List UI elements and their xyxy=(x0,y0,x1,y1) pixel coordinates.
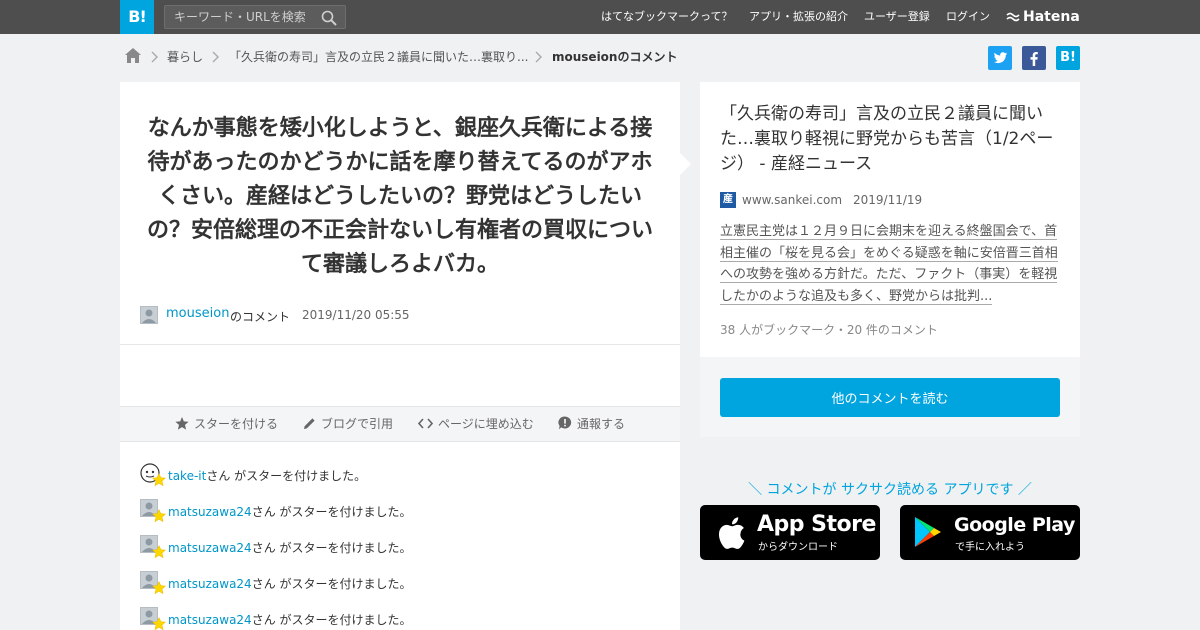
entry-date: 2019/11/19 xyxy=(853,193,923,207)
alert-bubble-icon xyxy=(558,416,572,430)
star-text: matsuzawa24さん がスターを付けました。 xyxy=(168,539,412,556)
star-user-link[interactable]: matsuzawa24 xyxy=(168,613,252,627)
hatena-share-button[interactable]: B! xyxy=(1056,46,1080,70)
quote-in-blog-label: ブログで引用 xyxy=(321,417,394,431)
app-store-title: App Store xyxy=(757,512,876,537)
avatar[interactable] xyxy=(140,306,158,324)
home-icon[interactable] xyxy=(124,47,142,64)
star-icon xyxy=(175,417,189,430)
star-text: matsuzawa24さん がスターを付けました。 xyxy=(168,611,412,628)
entry-title-link[interactable]: 「久兵衛の寿司」言及の立民２議員に聞いた…裏取り軽視に野党からも苦言（1/2ペー… xyxy=(720,102,1065,177)
apple-icon xyxy=(718,517,745,549)
embed-label: ページに埋め込む xyxy=(438,417,534,431)
read-more-comments-button[interactable]: 他のコメントを読む xyxy=(720,378,1060,417)
star-user-link[interactable]: matsuzawa24 xyxy=(168,505,252,519)
code-brackets-icon xyxy=(417,418,434,429)
star-user-link[interactable]: matsuzawa24 xyxy=(168,541,252,555)
twitter-share-button[interactable] xyxy=(988,46,1012,70)
hatena-brand[interactable]: Hatena xyxy=(1006,0,1080,34)
card-pointer xyxy=(680,153,691,175)
chevron-right-icon xyxy=(212,51,219,63)
app-promo-tagline: ＼ コメントが サクサク読める アプリです ／ xyxy=(748,482,1032,498)
entry-summary[interactable]: 立憲民主党は１２月９日に会期末を迎える終盤国会で、首相主催の「桜を見る会」をめぐ… xyxy=(720,221,1062,307)
entry-summary-text: 立憲民主党は１２月９日に会期末を迎える終盤国会で、首相主催の「桜を見る会」をめぐ… xyxy=(720,224,1058,305)
comment-user-link[interactable]: mouseion xyxy=(166,306,229,321)
chevron-right-icon xyxy=(535,51,542,63)
star-icon xyxy=(152,545,166,559)
chevron-right-icon xyxy=(151,51,158,63)
search-box[interactable] xyxy=(164,5,346,29)
google-play-badge[interactable]: Google Play で手に入れよう xyxy=(900,505,1080,560)
quote-in-blog-button[interactable]: ブログで引用 xyxy=(303,407,393,441)
pencil-icon xyxy=(304,418,315,429)
star-user-link[interactable]: matsuzawa24 xyxy=(168,577,252,591)
facebook-f-icon xyxy=(1030,52,1038,66)
comment-date[interactable]: 2019/11/20 05:55 xyxy=(302,308,410,322)
star-icon xyxy=(152,473,166,487)
comment-body: なんか事態を矮小化しようと、銀座久兵衛による接待があったのかどうかに話を摩り替え… xyxy=(146,116,653,277)
site-favicon: 産 xyxy=(720,192,736,208)
divider xyxy=(120,344,680,345)
comment-actions-bar: スターを付ける ブログで引用 ページに埋め込む 通報する xyxy=(120,406,680,442)
app-store-badge[interactable]: App Store からダウンロード xyxy=(700,505,880,560)
hatena-wave-icon xyxy=(1006,12,1020,22)
nav-register[interactable]: ユーザー登録 xyxy=(864,0,930,34)
facebook-share-button[interactable] xyxy=(1022,46,1046,70)
star-text: matsuzawa24さん がスターを付けました。 xyxy=(168,503,412,520)
search-icon[interactable] xyxy=(321,10,337,26)
star-suffix: さん がスターを付けました。 xyxy=(206,469,367,483)
star-text: matsuzawa24さん がスターを付けました。 xyxy=(168,575,412,592)
hatena-bookmark-logo[interactable]: B! xyxy=(120,0,154,34)
breadcrumb-category[interactable]: 暮らし xyxy=(167,47,203,67)
comment-user-suffix: のコメント xyxy=(230,310,291,324)
star-suffix: さん がスターを付けました。 xyxy=(251,613,412,627)
star-icon xyxy=(152,509,166,523)
twitter-bird-icon xyxy=(994,52,1007,64)
nav-apps[interactable]: アプリ・拡張の紹介 xyxy=(749,0,848,34)
star-icon xyxy=(152,581,166,595)
add-star-label: スターを付ける xyxy=(194,417,279,431)
top-bar: B! はてなブックマークって？ アプリ・拡張の紹介 ユーザー登録 ログイン Ha… xyxy=(0,0,1200,34)
report-button[interactable]: 通報する xyxy=(558,407,625,441)
nav-about[interactable]: はてなブックマークって？ xyxy=(601,0,732,34)
star-icon xyxy=(152,617,166,630)
google-play-title: Google Play xyxy=(954,514,1075,536)
star-suffix: さん がスターを付けました。 xyxy=(251,541,412,555)
entry-counts: 38 人がブックマーク・20 件のコメント xyxy=(720,323,938,337)
breadcrumb-current: mouseionのコメント xyxy=(552,50,678,64)
nav-login[interactable]: ログイン xyxy=(946,0,990,34)
app-store-subtitle: からダウンロード xyxy=(758,542,838,553)
entry-card: 「久兵衛の寿司」言及の立民２議員に聞いた…裏取り軽視に野党からも苦言（1/2ペー… xyxy=(700,82,1080,437)
add-star-button[interactable]: スターを付ける xyxy=(175,407,278,441)
entry-domain-link[interactable]: www.sankei.com xyxy=(742,193,842,207)
comment-card: なんか事態を矮小化しようと、銀座久兵衛による接待があったのかどうかに話を摩り替え… xyxy=(120,82,680,630)
google-play-icon xyxy=(915,517,941,547)
star-user-link[interactable]: take-it xyxy=(168,469,206,483)
star-suffix: さん がスターを付けました。 xyxy=(251,505,412,519)
user-silhouette-icon xyxy=(142,309,156,323)
report-label: 通報する xyxy=(577,417,626,431)
star-text: take-itさん がスターを付けました。 xyxy=(168,467,366,484)
search-input[interactable] xyxy=(165,6,315,28)
star-suffix: さん がスターを付けました。 xyxy=(251,577,412,591)
google-play-subtitle: で手に入れよう xyxy=(955,542,1025,553)
embed-button[interactable]: ページに埋め込む xyxy=(417,407,534,441)
breadcrumb-entry[interactable]: 「久兵衛の寿司」言及の立民２議員に聞いた…裏取り... xyxy=(229,47,528,67)
hatena-brand-label: Hatena xyxy=(1023,9,1080,25)
